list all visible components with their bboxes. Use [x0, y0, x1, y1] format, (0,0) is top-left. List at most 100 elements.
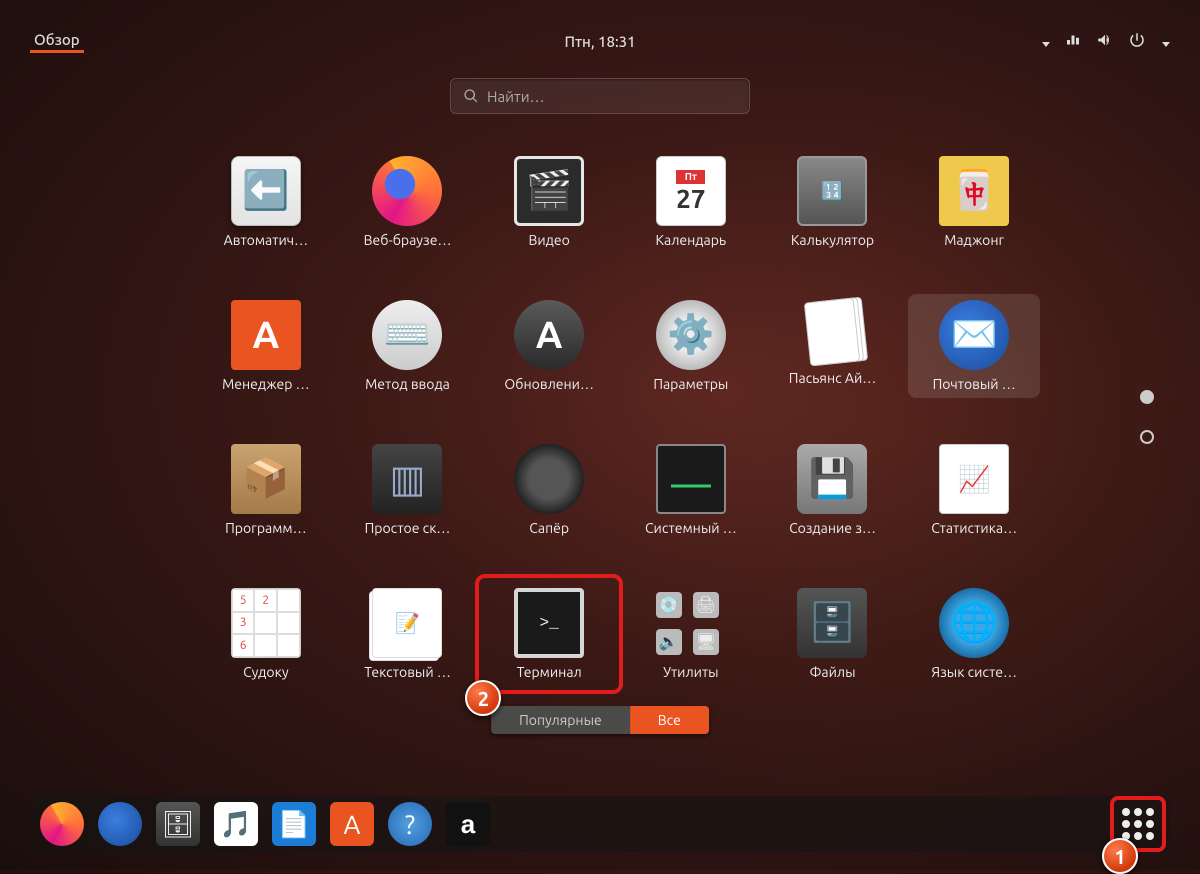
workspace-dot-1[interactable] — [1140, 390, 1154, 404]
app-label: Утилиты — [663, 664, 719, 680]
clock[interactable]: Птн, 18:31 — [564, 33, 635, 50]
files-icon: 🗄️ — [797, 588, 867, 658]
app-params[interactable]: ⚙️ Параметры — [625, 294, 757, 398]
app-label: Язык систе… — [931, 664, 1017, 680]
tray-caret-icon[interactable] — [1040, 33, 1050, 50]
input-icon: ⌨️ — [372, 300, 442, 370]
amazon-icon[interactable]: a — [446, 802, 490, 846]
app-solitaire[interactable]: Пасьянс Ай… — [767, 294, 899, 398]
app-text[interactable]: 📝 Текстовый … — [342, 582, 474, 686]
app-label: Файлы — [809, 664, 855, 680]
search-icon — [463, 88, 479, 104]
writer-icon[interactable]: 📄 — [272, 802, 316, 846]
app-label: Обновлени… — [504, 376, 593, 392]
app-calendar[interactable]: Пт27 Календарь — [625, 150, 757, 254]
power-icon[interactable] — [1128, 31, 1146, 52]
app-label: Почтовый … — [933, 376, 1016, 392]
app-label: Программ… — [225, 520, 306, 536]
help-icon[interactable]: ? — [388, 802, 432, 846]
video-icon: 🎬 — [514, 156, 584, 226]
mahjong-icon: 🀄 — [939, 156, 1009, 226]
app-label: Калькулятор — [791, 232, 874, 248]
app-label: Видео — [529, 232, 570, 248]
search-input[interactable]: Найти… — [450, 78, 750, 114]
workspace-dot-2[interactable] — [1140, 430, 1154, 444]
app-label: Создание з… — [789, 520, 876, 536]
activities-button[interactable]: Обзор — [30, 29, 84, 53]
app-stats[interactable]: 📈 Статистика… — [908, 438, 1040, 542]
tray-menu-caret-icon[interactable] — [1160, 33, 1170, 50]
updates-icon: A — [514, 300, 584, 370]
app-updates[interactable]: A Обновлени… — [483, 294, 615, 398]
network-icon[interactable] — [1064, 31, 1082, 52]
app-input[interactable]: ⌨️ Метод ввода — [342, 294, 474, 398]
app-mines[interactable]: Сапёр — [483, 438, 615, 542]
app-label: Маджонг — [944, 232, 1004, 248]
app-scan[interactable]: ▥ Простое ск… — [342, 438, 474, 542]
app-manager[interactable]: A Менеджер … — [200, 294, 332, 398]
app-label: Метод ввода — [365, 376, 450, 392]
app-label: Менеджер … — [222, 376, 310, 392]
app-firefox[interactable]: Веб-браузе… — [342, 150, 474, 254]
files-icon[interactable]: 🗄 — [156, 802, 200, 846]
app-label: Простое ск… — [365, 520, 451, 536]
app-video[interactable]: 🎬 Видео — [483, 150, 615, 254]
app-lang[interactable]: 🌐 Язык систе… — [908, 582, 1040, 686]
auto-icon: ⬅️ — [231, 156, 301, 226]
util-icon: 💿🖨🔊🖥 — [656, 588, 726, 658]
mail-icon: ✉️ — [939, 300, 1009, 370]
app-label: Судоку — [243, 664, 289, 680]
scan-icon: ▥ — [372, 444, 442, 514]
app-label: Текстовый … — [364, 664, 451, 680]
calc-icon: 🔢 — [797, 156, 867, 226]
software-icon: 📦 — [231, 444, 301, 514]
app-software[interactable]: 📦 Программ… — [200, 438, 332, 542]
lang-icon: 🌐 — [939, 588, 1009, 658]
rhythmbox-icon[interactable]: 🎵 — [214, 802, 258, 846]
app-label: Параметры — [653, 376, 728, 392]
app-backup[interactable]: 💾 Создание з… — [767, 438, 899, 542]
dock: 🗄 🎵 📄 A? a — [30, 796, 1170, 852]
app-label: Автоматич… — [224, 232, 308, 248]
app-util[interactable]: 💿🖨🔊🖥 Утилиты — [625, 582, 757, 686]
workspace-switcher[interactable] — [1140, 390, 1154, 444]
mines-icon — [514, 444, 584, 514]
toggle-frequent[interactable]: Популярные — [491, 706, 630, 734]
app-label: Сапёр — [529, 520, 569, 536]
text-icon: 📝 — [372, 588, 442, 658]
annotation-callout-1: 1 — [1102, 838, 1138, 874]
software-icon[interactable]: A — [330, 802, 374, 846]
search-placeholder: Найти… — [487, 88, 545, 105]
stats-icon: 📈 — [939, 444, 1009, 514]
sysmon-icon — [656, 444, 726, 514]
app-label: Календарь — [656, 232, 727, 248]
backup-icon: 💾 — [797, 444, 867, 514]
firefox-icon[interactable] — [40, 802, 84, 846]
app-mail[interactable]: ✉️ Почтовый … — [908, 294, 1040, 398]
app-sysmon[interactable]: Системный … — [625, 438, 757, 542]
app-mahjong[interactable]: 🀄 Маджонг — [908, 150, 1040, 254]
params-icon: ⚙️ — [656, 300, 726, 370]
app-files[interactable]: 🗄️ Файлы — [767, 582, 899, 686]
app-calc[interactable]: 🔢 Калькулятор — [767, 150, 899, 254]
thunderbird-icon[interactable] — [98, 802, 142, 846]
sudoku-icon: 5236 — [231, 588, 301, 658]
toggle-all[interactable]: Все — [630, 706, 709, 734]
app-label: Пасьянс Ай… — [789, 370, 876, 386]
volume-icon[interactable] — [1096, 31, 1114, 52]
app-grid: ⬅️ Автоматич… Веб-браузе… 🎬 Видео Пт27 Календа… — [200, 150, 1040, 686]
top-bar: Обзор Птн, 18:31 — [30, 26, 1170, 56]
solitaire-icon — [804, 298, 860, 367]
app-label: Терминал — [517, 664, 582, 680]
app-label: Статистика… — [931, 520, 1017, 536]
app-label: Системный … — [645, 520, 737, 536]
firefox-icon — [372, 156, 442, 226]
manager-icon: A — [231, 300, 301, 370]
app-terminal[interactable]: >_ Терминал — [483, 582, 615, 686]
view-toggle: Популярные Все — [491, 706, 709, 734]
app-label: Веб-браузе… — [364, 232, 452, 248]
app-auto[interactable]: ⬅️ Автоматич… — [200, 150, 332, 254]
app-sudoku[interactable]: 5236 Судоку — [200, 582, 332, 686]
calendar-icon: Пт27 — [656, 156, 726, 226]
terminal-icon: >_ — [514, 588, 584, 658]
